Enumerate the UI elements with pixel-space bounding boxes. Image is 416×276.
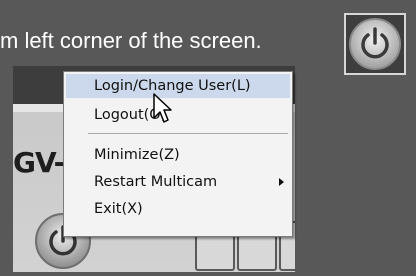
menu-item-label: Restart Multicam [94, 174, 218, 190]
context-menu: Login/Change User(L) Logout(O) Minimize(… [63, 71, 293, 237]
menu-item-exit[interactable]: Exit(X) [66, 197, 290, 221]
menu-item-label: Exit(X) [94, 201, 143, 217]
power-button-callout [344, 13, 406, 75]
menu-item-label: Login/Change User(L) [94, 78, 251, 94]
menu-item-login-change-user[interactable]: Login/Change User(L) [66, 74, 290, 98]
instruction-caption: m left corner of the screen. [0, 28, 262, 53]
menu-item-restart-multicam[interactable]: Restart Multicam [66, 170, 290, 194]
menu-separator [88, 133, 288, 134]
menu-item-label: Minimize(Z) [94, 147, 180, 163]
menu-item-minimize[interactable]: Minimize(Z) [66, 143, 290, 167]
arrow-cursor-icon [153, 93, 172, 123]
chevron-right-icon [279, 178, 284, 186]
menu-item-logout[interactable]: Logout(O) [66, 103, 290, 127]
power-icon [349, 18, 401, 70]
